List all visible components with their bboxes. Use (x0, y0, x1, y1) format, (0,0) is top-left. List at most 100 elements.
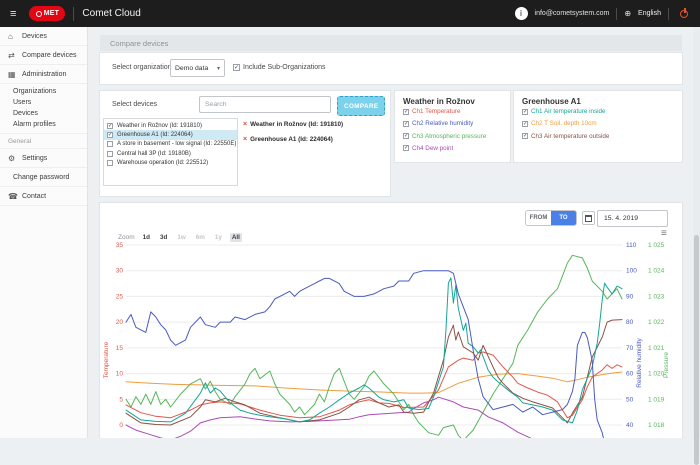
sidebar: ⌂Devices⇄Compare devices▦Administration … (0, 27, 88, 438)
phone-icon: ☎ (8, 192, 22, 201)
selected-device-label: Greenhouse A1 (Id: 224064) (250, 136, 333, 143)
sidebar-section-label: General (0, 134, 87, 149)
logout-power-button[interactable] (679, 8, 690, 19)
sidebar-sub-nav: OrganizationsUsersDevicesAlarm profiles (0, 84, 87, 134)
channel-row: ✓Ch4 Dew point (403, 145, 453, 152)
channel-row: ✓Ch1 Temperature (403, 108, 461, 115)
channel-checkbox[interactable]: ✓ (403, 145, 409, 151)
device-row[interactable]: Warehouse operation (Id: 225512) (104, 159, 237, 168)
sidebar-item-compare-devices[interactable]: ⇄Compare devices (0, 46, 87, 65)
device-label: Greenhouse A1 (Id: 224064) (117, 132, 193, 138)
main-content: Compare devices Select organization Demo… (88, 27, 700, 438)
series-ch3-air-temperature-outside (126, 320, 622, 425)
axis-tick-label: 25 (116, 293, 124, 300)
sidebar-item-contact[interactable]: ☎Contact (0, 187, 87, 206)
axis-tick-label: 40 (626, 422, 634, 429)
channel-label: Ch2 T Soil, depth 10cm (531, 120, 597, 127)
channel-checkbox[interactable]: ✓ (403, 133, 409, 139)
axis-tick-label: 100 (626, 268, 637, 275)
series-ch3-atmospheric-pressure (126, 255, 622, 438)
channel-row: ✓Ch1 Air temperature inside (522, 108, 606, 115)
compare-button[interactable]: COMPARE (337, 96, 385, 116)
channel-row: ✓Ch2 Relative humidity (403, 120, 473, 127)
compare-icon: ⇄ (8, 51, 22, 60)
channel-row: ✓Ch3 Atmospheric pressure (403, 133, 486, 140)
top-bar: ≡ MET Comet Cloud i info@cometsystem.com… (0, 0, 700, 27)
axis-title: Pressure (663, 352, 670, 378)
sidebar-item-devices[interactable]: Devices (0, 108, 87, 119)
device-checkbox[interactable] (107, 151, 113, 157)
selected-device-chip: ×Weather in Rožnov (Id: 191810) (243, 121, 343, 128)
include-suborgs-label: Include Sub-Organizations (243, 64, 326, 71)
sidebar-item-organizations[interactable]: Organizations (0, 86, 87, 97)
sidebar-item-administration[interactable]: ▦Administration (0, 65, 87, 84)
app-title: Comet Cloud (82, 8, 140, 19)
scrollbar-thumb[interactable] (694, 235, 699, 465)
channel-label: Ch4 Dew point (412, 145, 453, 152)
device-checkbox[interactable]: ✓ (107, 132, 113, 138)
home-icon: ⌂ (8, 32, 22, 41)
organization-panel: Select organization Demo data ▾ ✓ Includ… (100, 53, 682, 84)
device-row[interactable]: Central hall 3P (Id: 19180B) (104, 149, 237, 158)
channel-row: ✓Ch3 Air temperature outside (522, 133, 609, 140)
axis-tick-label: 0 (119, 422, 123, 429)
search-input[interactable] (199, 96, 331, 113)
globe-icon: ⊕ (624, 9, 631, 18)
select-organization-label: Select organization (112, 64, 172, 71)
comet-logo: MET (29, 6, 65, 21)
device-row[interactable]: A store in basement - low signal (Id: 22… (104, 140, 237, 149)
device-label: Central hall 3P (Id: 19180B) (117, 151, 191, 157)
device-checkbox[interactable] (107, 141, 113, 147)
chart-panel: FROM TO ≡ Zoom 1d3d1w6m1yAll 35302520151… (100, 203, 682, 438)
hamburger-menu-icon[interactable]: ≡ (10, 8, 16, 20)
sidebar-item-alarm-profiles[interactable]: Alarm profiles (0, 119, 87, 130)
logo-ring-icon (36, 11, 42, 17)
axis-tick-label: 1 024 (648, 268, 665, 275)
sidebar-item-label: Devices (22, 33, 47, 40)
device-label: A store in basement - low signal (Id: 22… (117, 141, 236, 147)
device-row[interactable]: ✓ Weather in Rožnov (Id: 191810) (104, 121, 237, 130)
user-email: info@cometsystem.com (535, 10, 610, 17)
channel-panel-title: Weather in Rožnov (403, 97, 475, 106)
device-checkbox[interactable]: ✓ (107, 123, 113, 129)
axis-tick-label: 80 (626, 319, 634, 326)
series-ch2-t-soil-depth-10cm (126, 372, 622, 393)
device-label: Weather in Rožnov (Id: 191810) (117, 123, 202, 129)
axis-tick-label: 20 (116, 319, 124, 326)
sidebar-item-settings[interactable]: ⚙Settings (0, 149, 87, 168)
channel-checkbox[interactable]: ✓ (522, 121, 528, 127)
channel-checkbox[interactable]: ✓ (522, 133, 528, 139)
channel-checkbox[interactable]: ✓ (522, 109, 528, 115)
page-scrollbar[interactable] (693, 27, 700, 438)
comparison-chart[interactable]: 353025201510501101009080706050401 0251 0… (100, 203, 682, 438)
device-label: Warehouse operation (Id: 225512) (117, 160, 208, 166)
gear-icon: ⚙ (8, 154, 22, 163)
selected-device-label: Weather in Rožnov (Id: 191810) (250, 121, 343, 128)
language-selector[interactable]: English (638, 10, 661, 17)
organization-select[interactable]: Demo data ▾ (170, 59, 225, 77)
channel-label: Ch2 Relative humidity (412, 120, 473, 127)
organization-select-value: Demo data (175, 65, 208, 72)
sidebar-item-devices[interactable]: ⌂Devices (0, 27, 87, 46)
sidebar-item-label: Settings (22, 155, 47, 162)
user-avatar[interactable]: i (515, 7, 528, 20)
remove-device-icon[interactable]: × (243, 136, 247, 143)
axis-title: Relative humidity (636, 338, 643, 388)
channel-checkbox[interactable]: ✓ (403, 109, 409, 115)
sidebar-item-users[interactable]: Users (0, 97, 87, 108)
axis-tick-label: 1 022 (648, 319, 665, 326)
device-checkbox[interactable] (107, 160, 113, 166)
remove-device-icon[interactable]: × (243, 121, 247, 128)
channel-label: Ch1 Air temperature inside (531, 108, 606, 115)
axis-tick-label: 1 021 (648, 345, 665, 352)
channel-checkbox[interactable]: ✓ (403, 121, 409, 127)
sidebar-item-change-password[interactable]: Change password (0, 168, 87, 187)
channel-panel-title: Greenhouse A1 (522, 97, 581, 106)
channel-label: Ch1 Temperature (412, 108, 461, 115)
axis-tick-label: 1 018 (648, 422, 665, 429)
device-row[interactable]: ✓ Greenhouse A1 (Id: 224064) (104, 130, 237, 139)
include-suborgs-checkbox[interactable]: ✓ (233, 64, 240, 71)
axis-tick-label: 1 025 (648, 242, 665, 249)
axis-tick-label: 35 (116, 242, 124, 249)
header-divider (73, 7, 74, 21)
